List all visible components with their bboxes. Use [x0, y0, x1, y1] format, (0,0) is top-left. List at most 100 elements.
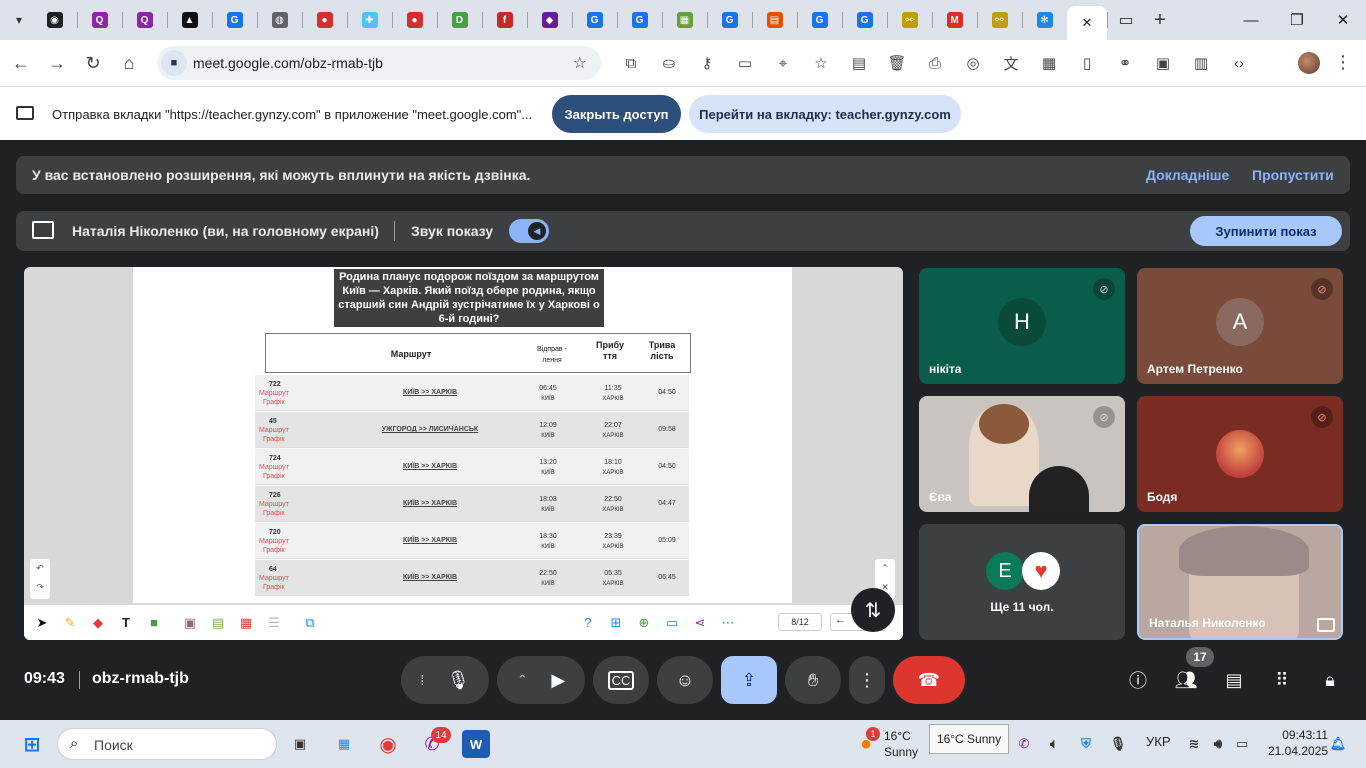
more-icon[interactable]: ⋯ [714, 605, 742, 640]
link-icon[interactable]: ⚭ [1106, 40, 1144, 86]
battery-icon[interactable]: ▭ [1228, 730, 1256, 758]
video-camera-icon[interactable]: ▶ [551, 670, 565, 691]
windows-start-icon[interactable]: ⊞ [18, 730, 46, 758]
maximize-button[interactable]: ❐ [1274, 0, 1320, 40]
tab-search-button[interactable]: ▾ [6, 7, 32, 33]
image-tool-icon[interactable]: ▦ [232, 605, 260, 640]
system-clock[interactable]: 09:43:11 21.04.2025 [1268, 727, 1328, 759]
chevron-up-icon[interactable]: ⌃ [517, 672, 528, 688]
help-icon[interactable]: ? [574, 605, 602, 640]
pointer-tool-icon[interactable]: ➤ [28, 605, 56, 640]
calc-tool-icon[interactable]: ▤ [204, 605, 232, 640]
new-tab-button[interactable]: + [1145, 9, 1175, 32]
eraser-tool-icon[interactable]: ◆ [84, 605, 112, 640]
route-name[interactable]: КИЇВ >> ХАРКІВ [365, 500, 495, 507]
back-button[interactable]: ← [4, 46, 38, 80]
participant-tile[interactable]: Наталья Николенко [1137, 524, 1343, 640]
microphone-icon[interactable]: 🎙︎ [447, 670, 470, 691]
profile-avatar[interactable] [1298, 52, 1320, 74]
route-name[interactable]: КИЇВ >> ХАРКІВ [365, 463, 495, 470]
close-tab-icon[interactable]: ✕ [1082, 15, 1093, 31]
list-tool-icon[interactable]: ☰ [260, 605, 288, 640]
close-window-button[interactable]: ✕ [1320, 0, 1366, 40]
mic-tray-icon[interactable]: 🎙︎ [1104, 730, 1132, 758]
weather-widget[interactable]: 16°C Sunny [884, 728, 918, 760]
page-indicator[interactable]: 8/12 [778, 613, 822, 631]
lens-icon[interactable]: ◎ [954, 40, 992, 86]
volume-mute-icon[interactable]: 🔈︎ [1040, 730, 1068, 758]
people-button[interactable]: 👥︎ [1170, 664, 1202, 696]
skip-link[interactable]: Пропустити [1252, 167, 1334, 183]
reactions-button[interactable]: ☺ [657, 656, 713, 704]
activities-button[interactable]: ⠿ [1266, 664, 1298, 696]
star-list-icon[interactable]: ☆ [802, 40, 840, 86]
address-bar[interactable]: ■ meet.google.com/obz-rmab-tjb ☆ [157, 46, 601, 80]
participant-tile[interactable]: Єва ⊘ [919, 396, 1125, 512]
chat-button[interactable]: ▤ [1218, 664, 1250, 696]
browser-tab[interactable]: G [572, 0, 617, 40]
route-link[interactable]: Маршрут [259, 427, 289, 434]
participant-tile[interactable]: Бодя ⊘ [1137, 396, 1343, 512]
incognito-icon[interactable]: ⛀ [650, 40, 688, 86]
extensions-icon[interactable]: ⧉ [612, 40, 650, 86]
key-icon[interactable]: ⚷ [688, 40, 726, 86]
browser-tab[interactable]: ● [302, 0, 347, 40]
schedule-link[interactable]: Графік [263, 510, 285, 517]
route-link[interactable]: Маршрут [259, 501, 289, 508]
minimize-button[interactable]: — [1228, 0, 1274, 40]
taskbar-search[interactable]: ⌕ Поиск [57, 728, 277, 760]
route-name[interactable]: КИЇВ >> ХАРКІВ [365, 389, 495, 396]
translate-icon[interactable]: 文 [992, 40, 1030, 86]
participant-tile[interactable]: А Артем Петренко ⊘ [1137, 268, 1343, 384]
browser-tab[interactable]: G [842, 0, 887, 40]
home-button[interactable]: ⌂ [112, 46, 146, 80]
text-tool-icon[interactable]: T [112, 605, 140, 640]
route-link[interactable]: Маршрут [259, 390, 289, 397]
route-link[interactable]: Маршрут [259, 575, 289, 582]
stamp-tool-icon[interactable]: ▣ [176, 605, 204, 640]
route-link[interactable]: Маршрут [259, 538, 289, 545]
route-name[interactable]: КИЇВ >> ХАРКІВ [365, 574, 495, 581]
present-button[interactable]: ⇪ [721, 656, 777, 704]
schedule-link[interactable]: Графік [263, 436, 285, 443]
route-link[interactable]: Маршрут [259, 464, 289, 471]
route-name[interactable]: КИЇВ >> ХАРКІВ [365, 537, 495, 544]
reader-icon[interactable]: ▯ [1068, 40, 1106, 86]
browser-tab[interactable]: Q [122, 0, 167, 40]
undo-redo-buttons[interactable]: ↶ ↷ [30, 559, 50, 599]
code-icon[interactable]: ‹› [1220, 40, 1258, 86]
schedule-link[interactable]: Графік [263, 584, 285, 591]
viber-tray-icon[interactable]: ✆ [1010, 730, 1038, 758]
browser-tab[interactable]: ▦ [662, 0, 707, 40]
browser-tab[interactable]: M [932, 0, 977, 40]
screen-tool-icon[interactable]: ⧉ [296, 605, 324, 640]
browser-tab[interactable]: ◉ [32, 0, 77, 40]
language-indicator[interactable]: УКР [1146, 734, 1171, 749]
task-view-icon[interactable]: ▣ [286, 730, 314, 758]
location-icon[interactable]: ⌖ [764, 40, 802, 86]
participant-tile[interactable]: Ннікіта ⊘ [919, 268, 1125, 384]
table-icon[interactable]: ▥ [1182, 40, 1220, 86]
word-icon[interactable]: W [462, 730, 490, 758]
browser-tab[interactable]: ⚯ [887, 0, 932, 40]
browser-tab[interactable]: G [212, 0, 257, 40]
share-icon[interactable]: ⋖ [686, 605, 714, 640]
browser-tab[interactable]: ⚯ [977, 0, 1022, 40]
card-icon[interactable]: ▭ [726, 40, 764, 86]
pip-icon[interactable] [1317, 618, 1335, 632]
browser-tab[interactable]: G [797, 0, 842, 40]
route-name[interactable]: УЖГОРОД >> ЛИСИЧАНСЬК [365, 426, 495, 433]
swap-layout-button[interactable]: ⇅ [851, 588, 895, 632]
media-tab[interactable]: ▭ [1107, 0, 1145, 40]
more-options-button[interactable]: ⋮ [849, 656, 885, 704]
browser-tab[interactable]: ✚ [347, 0, 392, 40]
camera-control[interactable]: ⌃ ▶ [497, 656, 585, 704]
reading-list-icon[interactable]: ▤ [840, 40, 878, 86]
captions-button[interactable]: CC [593, 656, 649, 704]
chrome-icon[interactable]: ◉ [374, 730, 402, 758]
notification-bell-icon[interactable]: 🔔︎ [1324, 730, 1352, 758]
pen-tool-icon[interactable]: ✎ [56, 605, 84, 640]
browser-tab[interactable]: ✻ [1022, 0, 1067, 40]
shapes-tool-icon[interactable]: ■ [140, 605, 168, 640]
browser-tab[interactable]: ◆ [527, 0, 572, 40]
